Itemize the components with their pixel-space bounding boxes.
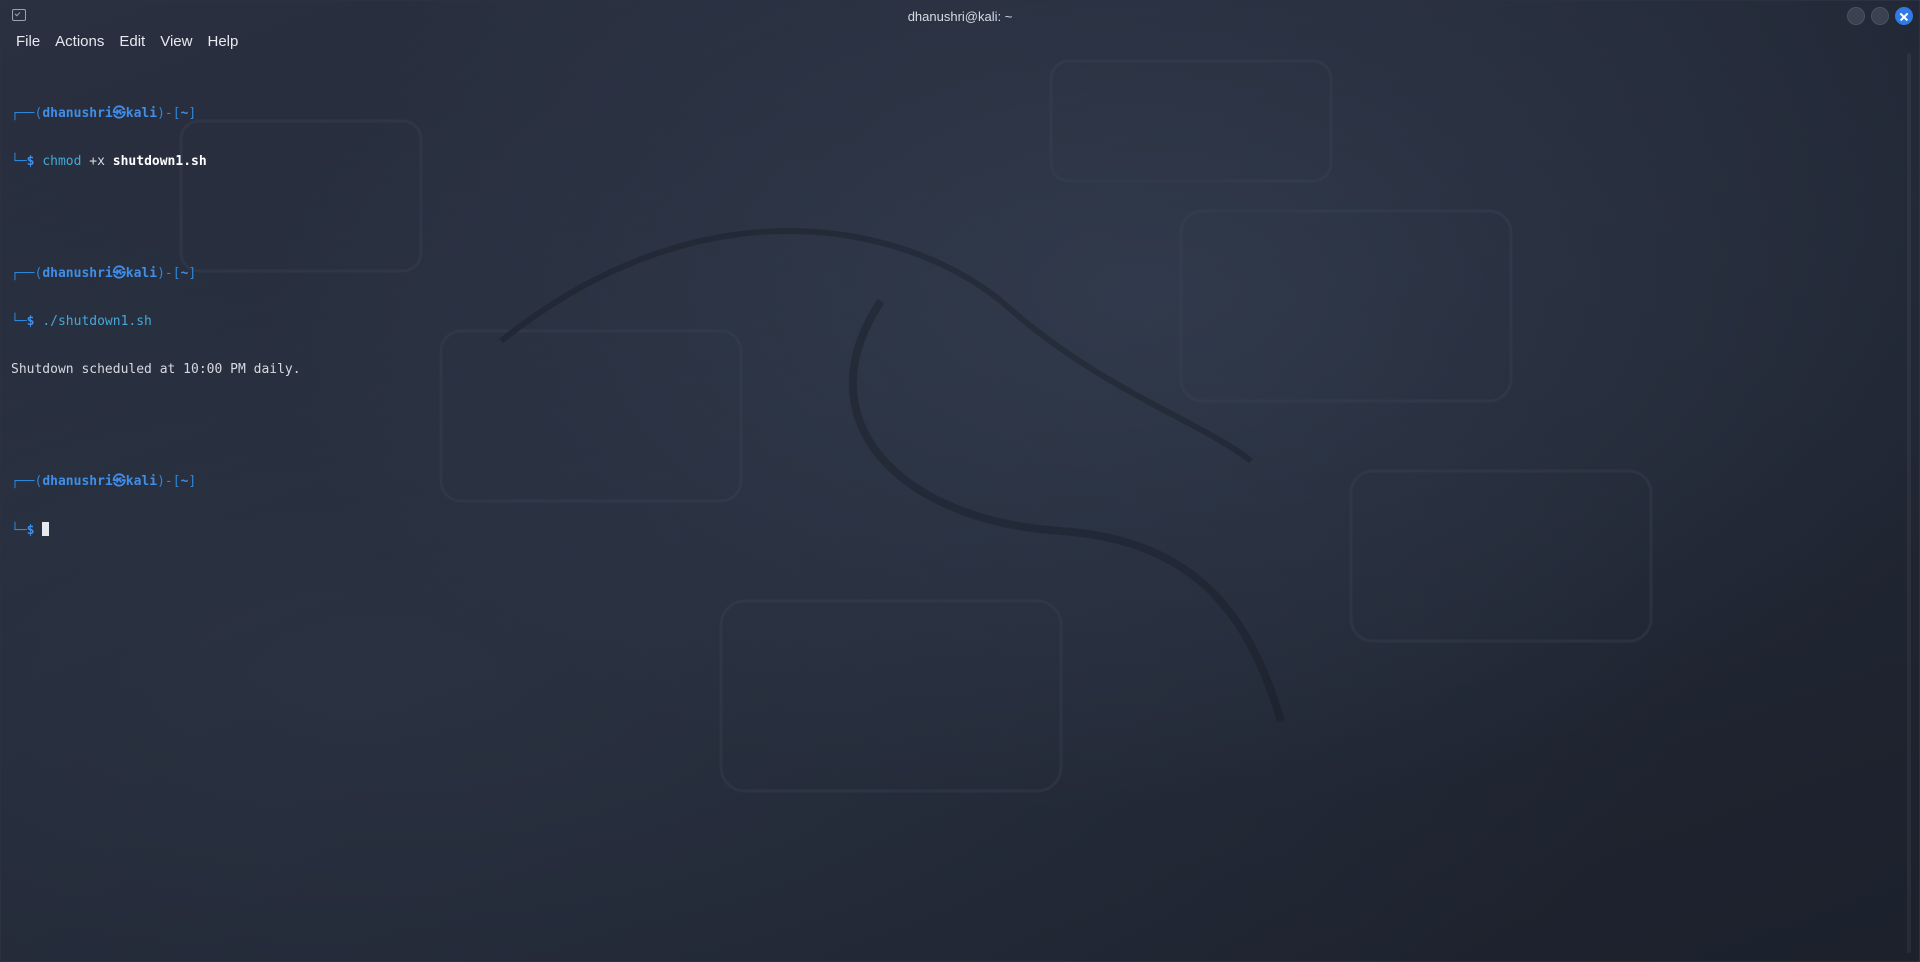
- close-button[interactable]: [1895, 7, 1913, 25]
- menu-view[interactable]: View: [153, 31, 200, 53]
- menu-file[interactable]: File: [1, 31, 48, 53]
- input-line[interactable]: └─$: [11, 522, 301, 538]
- scrollbar[interactable]: [1907, 53, 1911, 953]
- command-line: └─$ ./shutdown1.sh: [11, 314, 152, 329]
- terminal-output[interactable]: ┌──(dhanushri㉿kali)-[~] └─$ chmod +x shu…: [11, 58, 301, 570]
- menu-actions[interactable]: Actions: [48, 31, 112, 53]
- text-cursor: [42, 522, 50, 536]
- menu-help[interactable]: Help: [200, 31, 246, 53]
- prompt-line: ┌──(dhanushri㉿kali)-[~]: [11, 106, 197, 121]
- command-output: Shutdown scheduled at 10:00 PM daily.: [11, 362, 301, 377]
- terminal-icon: [12, 9, 26, 21]
- maximize-button[interactable]: [1871, 7, 1889, 25]
- command-line: └─$ chmod +x shutdown1.sh: [11, 154, 207, 169]
- prompt-line: ┌──(dhanushri㉿kali)-[~]: [11, 266, 197, 281]
- terminal-window: dhanushri@kali: ~ File Actions Edit View…: [0, 0, 1920, 962]
- window-title: dhanushri@kali: ~: [907, 8, 1013, 24]
- title-bar[interactable]: dhanushri@kali: ~: [1, 1, 1919, 31]
- menu-edit[interactable]: Edit: [112, 31, 153, 53]
- prompt-line: ┌──(dhanushri㉿kali)-[~]: [11, 474, 197, 489]
- window-controls: [1847, 7, 1913, 25]
- minimize-button[interactable]: [1847, 7, 1865, 25]
- menu-bar: File Actions Edit View Help: [1, 31, 1919, 53]
